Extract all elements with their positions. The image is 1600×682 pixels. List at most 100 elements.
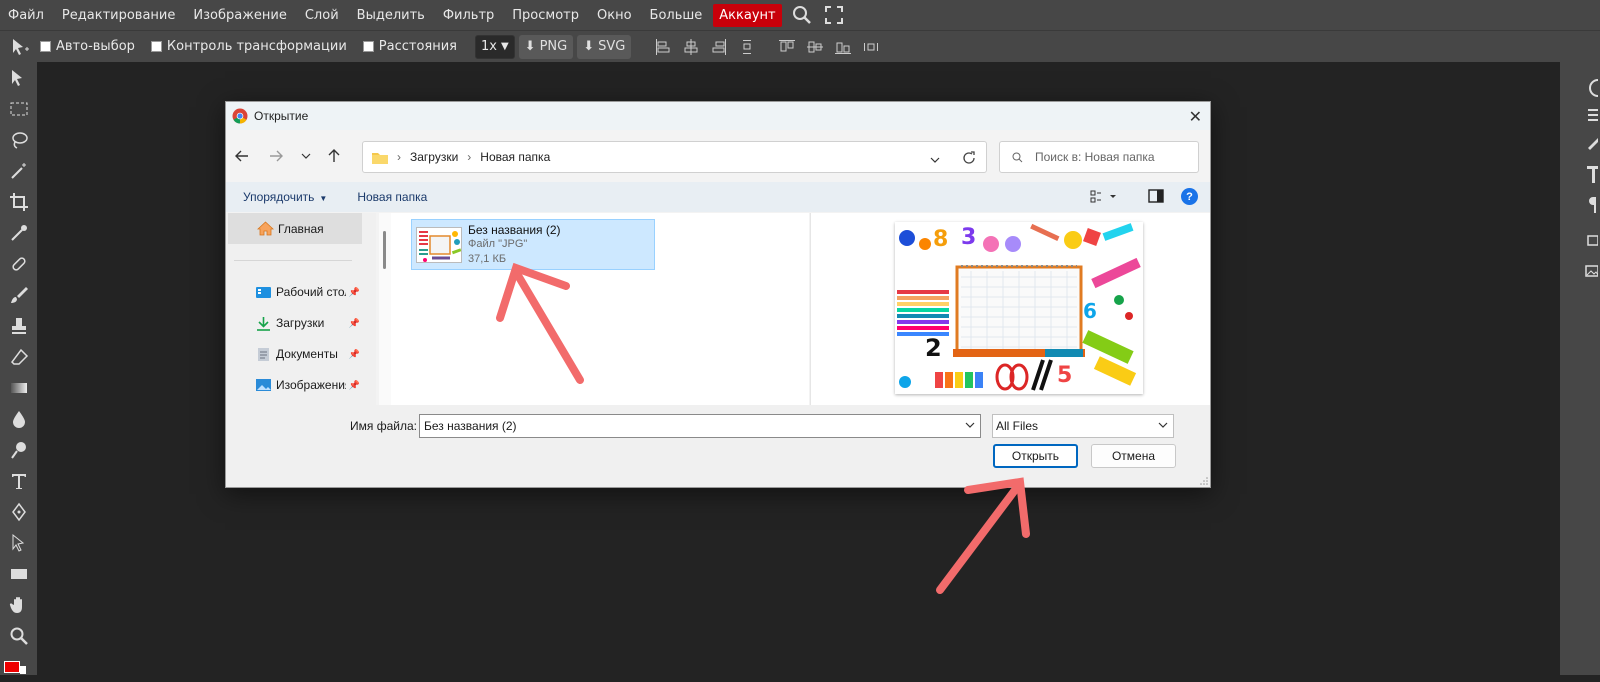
menu-more[interactable]: Больше [641, 8, 712, 23]
align-right-icon[interactable] [705, 35, 733, 59]
menu-window[interactable]: Окно [588, 8, 641, 23]
nav-desktop[interactable]: Рабочий стол 📌 [256, 282, 362, 302]
zoom-tool-icon[interactable] [0, 620, 37, 651]
align-middle-icon[interactable] [801, 35, 829, 59]
search-field[interactable]: Поиск в: Новая папка [999, 141, 1199, 173]
preview-pane-icon[interactable] [1148, 189, 1164, 203]
menu-view[interactable]: Просмотр [503, 8, 588, 23]
menu-file[interactable]: Файл [0, 8, 53, 23]
menu-layer[interactable]: Слой [296, 8, 348, 23]
back-icon[interactable] [232, 146, 252, 166]
view-options-icon[interactable] [1090, 190, 1118, 204]
close-icon[interactable]: ✕ [1189, 107, 1202, 127]
stamp-icon[interactable] [0, 310, 37, 341]
distances-checkbox[interactable]: Расстояния [362, 39, 457, 54]
move-tool-icon[interactable] [0, 62, 37, 93]
distribute-horizontal-icon[interactable] [857, 35, 885, 59]
export-svg-button[interactable]: ⬇ SVG [577, 34, 632, 59]
up-icon[interactable] [324, 146, 344, 166]
rectangle-tool-icon[interactable] [0, 558, 37, 589]
menu-image[interactable]: Изображение [184, 8, 295, 23]
eyedropper-icon[interactable] [0, 217, 37, 248]
svg-label: SVG [598, 39, 626, 54]
eraser-icon[interactable] [0, 341, 37, 372]
scale-select[interactable]: 1x ▼ [474, 34, 515, 59]
fullscreen-icon[interactable] [822, 3, 846, 27]
navigation-row: › Загрузки › Новая папка Поиск в: Новая … [226, 140, 1210, 174]
auto-select-checkbox[interactable]: Авто-выбор [40, 39, 135, 54]
history-icon[interactable] [1560, 76, 1600, 100]
lasso-tool-icon[interactable] [0, 124, 37, 155]
nav-divider [234, 260, 352, 261]
filetype-select[interactable]: All Files [992, 414, 1174, 438]
nav-scrollbar[interactable] [379, 213, 391, 405]
marquee-tool-icon[interactable] [0, 93, 37, 124]
align-bottom-icon[interactable] [829, 35, 857, 59]
magic-wand-icon[interactable] [0, 155, 37, 186]
nav-home-label: Главная [278, 221, 324, 236]
menu-edit[interactable]: Редактирование [53, 8, 184, 23]
resize-grip-icon[interactable] [1200, 477, 1208, 485]
color-swatches[interactable] [0, 651, 37, 682]
properties-icon[interactable] [1560, 100, 1600, 130]
menu-select[interactable]: Выделить [348, 8, 434, 23]
css-icon[interactable] [1560, 226, 1600, 256]
crop-tool-icon[interactable] [0, 186, 37, 217]
folder-icon [372, 151, 388, 164]
brush-icon[interactable] [0, 279, 37, 310]
chevron-down-icon[interactable] [965, 419, 975, 434]
nav-downloads[interactable]: Загрузки 📌 [256, 313, 362, 333]
nav-pictures[interactable]: Изображения 📌 [256, 375, 362, 395]
healing-brush-icon[interactable] [0, 248, 37, 279]
documents-icon [256, 347, 271, 362]
filename-input[interactable]: Без названия (2) [419, 414, 981, 438]
account-button[interactable]: Аккаунт [713, 3, 782, 27]
pin-icon: 📌 [348, 317, 360, 328]
address-chevron-icon[interactable] [930, 153, 940, 167]
export-png-button[interactable]: ⬇ PNG [518, 34, 574, 59]
breadcrumb-new-folder[interactable]: Новая папка [480, 150, 550, 164]
file-item[interactable]: Без названия (2) Файл "JPG" 37,1 КБ [411, 219, 655, 270]
pen-tool-icon[interactable] [0, 496, 37, 527]
recent-chevron-icon[interactable] [296, 146, 316, 166]
nav-desktop-label: Рабочий стол [276, 285, 346, 299]
chevron-down-icon [1158, 419, 1168, 434]
refresh-icon[interactable] [962, 151, 976, 168]
gradient-icon[interactable] [0, 372, 37, 403]
png-label: PNG [539, 39, 568, 54]
file-size: 37,1 КБ [468, 253, 507, 265]
paragraph-icon[interactable] [1560, 190, 1600, 220]
right-panel [1560, 62, 1600, 675]
align-top-icon[interactable] [773, 35, 801, 59]
pictures-icon [256, 378, 271, 392]
cancel-button[interactable]: Отмена [1091, 444, 1176, 468]
path-select-icon[interactable] [0, 527, 37, 558]
dodge-icon[interactable] [0, 434, 37, 465]
scrollbar-thumb[interactable] [383, 231, 386, 269]
blur-drop-icon[interactable] [0, 403, 37, 434]
address-bar[interactable]: › Загрузки › Новая папка [362, 141, 987, 173]
menu-filter[interactable]: Фильтр [434, 8, 503, 23]
organize-button[interactable]: Упорядочить ▼ [243, 190, 327, 204]
nav-documents[interactable]: Документы 📌 [256, 344, 362, 364]
character-icon[interactable] [1560, 160, 1600, 190]
distances-label: Расстояния [378, 39, 457, 54]
image-icon[interactable] [1560, 256, 1600, 286]
hand-tool-icon[interactable] [0, 589, 37, 620]
open-button[interactable]: Открыть [993, 444, 1078, 468]
svg-text:6: 6 [1083, 299, 1097, 323]
brush-settings-icon[interactable] [1560, 130, 1600, 160]
search-icon[interactable] [790, 3, 814, 27]
new-folder-button[interactable]: Новая папка [357, 190, 427, 204]
breadcrumb-downloads[interactable]: Загрузки [410, 150, 458, 164]
type-tool-icon[interactable] [0, 465, 37, 496]
forward-icon[interactable] [266, 146, 286, 166]
align-center-icon[interactable] [677, 35, 705, 59]
transform-controls-checkbox[interactable]: Контроль трансформации [150, 39, 347, 54]
align-left-icon[interactable] [649, 35, 677, 59]
home-icon [257, 221, 274, 236]
help-icon[interactable]: ? [1181, 188, 1198, 205]
distribute-vertical-icon[interactable] [733, 35, 761, 59]
organize-label: Упорядочить [243, 190, 315, 204]
nav-home[interactable]: Главная [228, 213, 362, 244]
